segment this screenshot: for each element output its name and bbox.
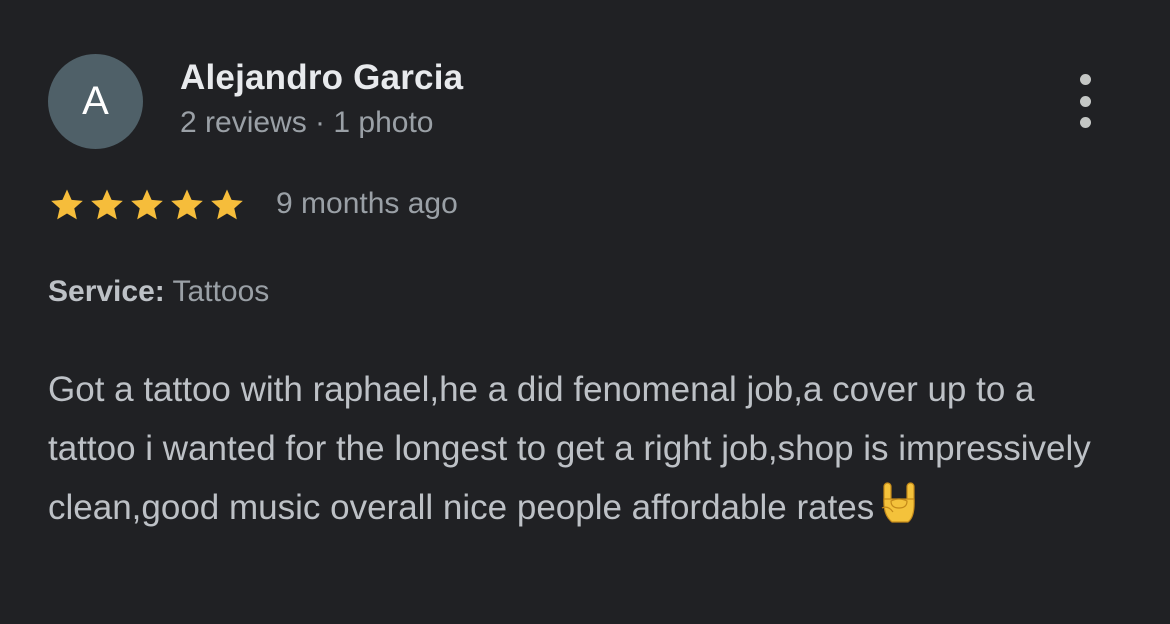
star-icon	[51, 189, 83, 220]
dot	[1079, 74, 1091, 85]
service-value: Tattoos	[172, 275, 270, 308]
star-icon	[211, 189, 243, 220]
star-icon	[171, 189, 203, 220]
review-text: Got a tattoo with raphael,he a did fenom…	[48, 370, 1091, 527]
more-options-icon[interactable]	[1068, 74, 1102, 128]
star-icon	[91, 189, 123, 220]
dot	[1079, 95, 1091, 107]
dot	[1079, 117, 1091, 128]
review-body: Got a tattoo with raphael,he a did fenom…	[48, 360, 1128, 543]
author-meta: 2 reviews · 1 photo	[180, 106, 434, 139]
sign-of-the-horns-icon	[880, 481, 918, 543]
star-rating	[48, 186, 246, 224]
review-card: A Alejandro Garcia 2 reviews · 1 photo 9…	[0, 0, 1170, 624]
service-line: Service: Tattoos	[48, 275, 269, 309]
review-time: 9 months ago	[276, 187, 458, 220]
service-label: Service:	[48, 275, 165, 308]
star-icon	[131, 189, 163, 220]
avatar[interactable]: A	[48, 54, 143, 149]
avatar-letter: A	[82, 79, 109, 123]
author-name[interactable]: Alejandro Garcia	[180, 58, 463, 98]
